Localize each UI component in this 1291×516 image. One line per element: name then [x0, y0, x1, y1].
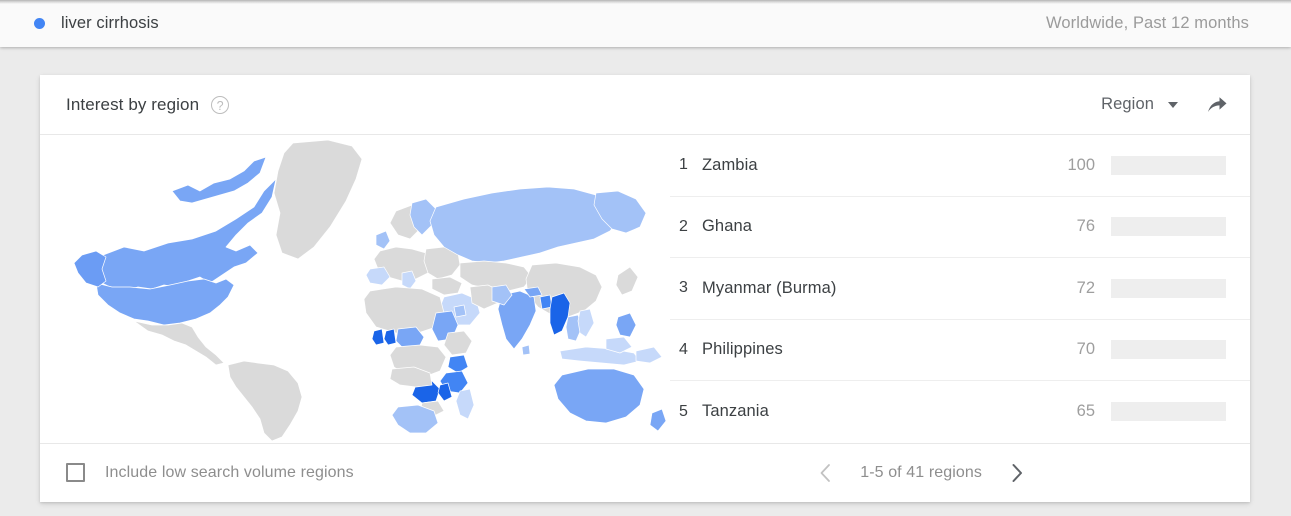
region-value: 100: [1067, 155, 1095, 174]
include-low-volume-checkbox[interactable]: Include low search volume regions: [66, 463, 354, 482]
query-scope-label: Worldwide, Past 12 months: [1045, 14, 1249, 32]
region-rank: 4: [679, 340, 688, 358]
region-rank: 2: [679, 217, 688, 235]
map-region-ethiopia: [443, 330, 473, 356]
map-region-russia: [429, 186, 621, 264]
map-region-papua-new-guinea: [635, 346, 663, 364]
chevron-right-icon: [1012, 463, 1022, 482]
map-region-new-zealand: [649, 408, 667, 432]
share-arrow-icon: [1208, 96, 1227, 112]
map-region-australia: [553, 368, 645, 424]
card-header: Interest by region ? Region: [40, 75, 1250, 135]
region-name: Philippines: [702, 340, 783, 359]
map-region-canada-arctic-isles: [171, 156, 267, 204]
region-name: Myanmar (Burma): [702, 278, 837, 297]
page-status-label: 1-5 of 41 regions: [860, 463, 982, 481]
map-region-ghana: [383, 328, 397, 346]
checkbox-icon[interactable]: [66, 463, 85, 482]
map-region-turkey: [431, 276, 463, 296]
region-rank: 3: [679, 279, 688, 297]
region-bar-track: [1111, 402, 1226, 422]
region-value: 76: [1076, 217, 1095, 236]
interest-by-region-card: Interest by region ? Region 1 Zambia 100…: [40, 75, 1250, 502]
world-choropleth-map[interactable]: [40, 135, 670, 443]
help-icon[interactable]: ?: [211, 95, 230, 114]
query-chip[interactable]: liver cirrhosis: [0, 14, 159, 33]
map-region-japan: [615, 266, 639, 296]
region-breakdown-select[interactable]: Region: [1101, 95, 1178, 114]
map-region-kenya: [447, 354, 469, 374]
table-row[interactable]: 4 Philippines 70: [670, 320, 1250, 381]
query-term-label: liver cirrhosis: [61, 14, 159, 32]
map-region-philippines: [615, 312, 637, 338]
card-footer: Include low search volume regions 1-5 of…: [40, 443, 1250, 501]
table-row[interactable]: 5 Tanzania 65: [670, 381, 1250, 443]
table-row[interactable]: 2 Ghana 76: [670, 197, 1250, 258]
page-title: Interest by region: [66, 94, 200, 114]
region-value: 72: [1076, 278, 1095, 297]
map-region-alaska: [73, 250, 107, 288]
region-bar-track: [1111, 217, 1226, 237]
map-region-eritrea: [453, 304, 467, 318]
region-bar-track: [1111, 155, 1226, 175]
chevron-left-icon: [820, 463, 831, 482]
share-button[interactable]: [1204, 93, 1230, 117]
region-name: Tanzania: [702, 402, 769, 421]
region-bar-track: [1111, 340, 1226, 360]
map-region-uk: [375, 230, 391, 250]
region-value: 65: [1076, 402, 1095, 421]
region-value: 70: [1076, 340, 1095, 359]
pagination: 1-5 of 41 regions: [812, 460, 1228, 486]
table-row[interactable]: 3 Myanmar (Burma) 72: [670, 258, 1250, 320]
map-region-vietnam: [577, 308, 595, 338]
query-color-dot: [34, 18, 45, 29]
map-region-madagascar: [455, 388, 475, 420]
next-page-button[interactable]: [1004, 460, 1030, 486]
map-svg: [73, 139, 667, 442]
region-breakdown-label: Region: [1101, 95, 1154, 113]
map-region-north-africa: [363, 286, 445, 334]
region-ranking-list: 1 Zambia 100 2 Ghana 76 3 Myanmar (Burma…: [670, 135, 1250, 443]
region-rank: 5: [679, 402, 688, 420]
region-name: Zambia: [702, 155, 758, 174]
map-region-malaysia-indonesia: [559, 346, 641, 366]
map-region-south-america: [227, 360, 303, 442]
prev-page-button[interactable]: [812, 460, 838, 486]
card-body: 1 Zambia 100 2 Ghana 76 3 Myanmar (Burma…: [40, 135, 1250, 443]
chevron-down-icon: [1168, 101, 1178, 108]
region-bar-track: [1111, 278, 1226, 298]
card-header-controls: Region: [1101, 93, 1230, 117]
region-name: Ghana: [702, 217, 753, 236]
table-row[interactable]: 1 Zambia 100: [670, 135, 1250, 197]
query-header-bar: liver cirrhosis Worldwide, Past 12 month…: [0, 0, 1291, 47]
map-region-sri-lanka: [521, 344, 531, 356]
map-region-mexico: [133, 320, 225, 366]
map-region-ivory-coast: [371, 328, 385, 346]
include-low-volume-label: Include low search volume regions: [105, 463, 354, 481]
region-rank: 1: [679, 156, 688, 174]
map-region-greenland: [273, 139, 363, 260]
